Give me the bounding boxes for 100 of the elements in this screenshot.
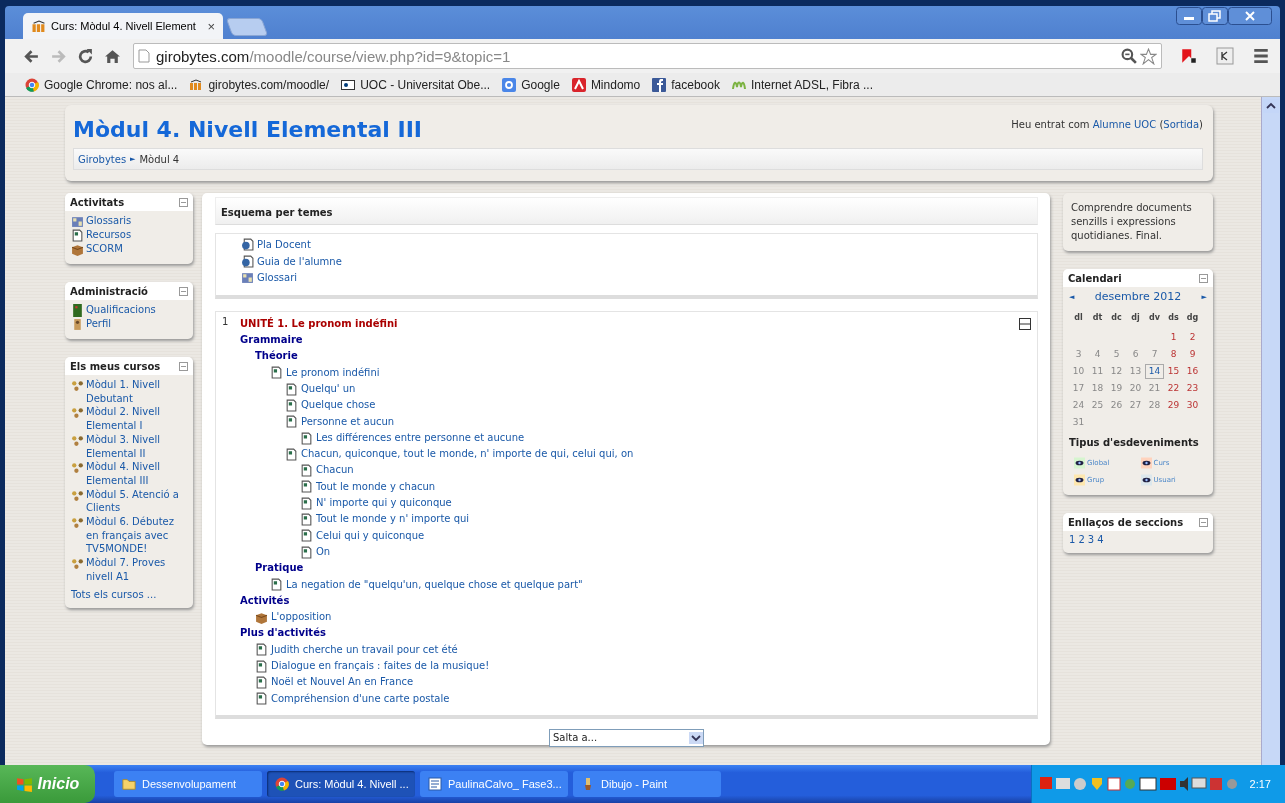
breadcrumb-link[interactable]: Girobytes [78, 153, 127, 165]
back-icon[interactable] [23, 47, 40, 65]
resource-link[interactable]: Noël et Nouvel An en France [271, 674, 414, 691]
resource-link[interactable]: Personne et aucun [301, 413, 395, 430]
resource-link[interactable]: Guia de l'alumne [257, 254, 342, 269]
close-window-icon[interactable] [1228, 7, 1272, 25]
zoom-icon[interactable] [1121, 47, 1138, 65]
calendar-day[interactable]: 17 [1069, 381, 1088, 396]
bookmark[interactable]: Internet ADSL, Fibra ... [731, 77, 873, 92]
calendar-day[interactable]: 8 [1164, 347, 1183, 362]
sidebar-link[interactable]: Mòdul 3. Nivell Elemental II [86, 432, 187, 461]
resource-link[interactable]: Quelqu' un [301, 380, 356, 398]
resource-link[interactable]: Tout le monde y chacun [316, 478, 436, 496]
close-tab-icon[interactable]: × [207, 18, 215, 34]
calendar-day[interactable]: 12 [1107, 364, 1126, 379]
taskbar-button[interactable]: Curs: Mòdul 4. Nivell ... [267, 771, 415, 797]
section-link[interactable]: 4 [1097, 534, 1104, 545]
calendar-day[interactable]: 24 [1069, 398, 1088, 413]
resource-link[interactable]: Compréhension d'une carte postale [271, 690, 450, 707]
calendar-day[interactable]: 15 [1164, 364, 1183, 379]
resource-link[interactable]: La negation de "quelqu'un, quelque chose et quelque part" [286, 576, 583, 593]
bookmark[interactable]: girobytes.com/moodle/ [189, 77, 330, 92]
calendar-day[interactable]: 30 [1183, 398, 1202, 413]
calendar-day[interactable]: 25 [1088, 398, 1107, 413]
resource-link[interactable]: Quelque chose [301, 397, 376, 414]
resource-link[interactable]: Judith cherche un travail pour cet été [271, 641, 458, 658]
scrollbar[interactable] [1261, 97, 1280, 765]
taskbar-button[interactable]: Dibujo - Paint [573, 771, 721, 797]
calendar-day[interactable]: 28 [1145, 398, 1164, 413]
calendar-day[interactable]: 18 [1088, 381, 1107, 396]
restore-icon[interactable] [1202, 7, 1228, 25]
resource-link[interactable]: Chacun [316, 462, 354, 479]
calendar-day[interactable]: 20 [1126, 381, 1145, 396]
menu-icon[interactable] [1252, 47, 1270, 65]
sidebar-link[interactable]: SCORM [86, 242, 123, 256]
resource-link[interactable]: On [316, 543, 331, 561]
resource-link[interactable]: Pla Docent [257, 238, 311, 252]
resource-link[interactable]: Tout le monde y n' importe qui [316, 511, 470, 528]
extension-icon[interactable] [1180, 47, 1198, 65]
jump-to-select[interactable]: Salta a... [549, 728, 704, 747]
calendar-day[interactable]: 22 [1164, 381, 1183, 396]
resource-link[interactable]: L'opposition [271, 609, 332, 626]
resource-link[interactable]: N' importe qui y quiconque [316, 495, 452, 512]
calendar-day[interactable]: 5 [1107, 347, 1126, 362]
sidebar-link[interactable]: Mòdul 4. Nivell Elemental III [86, 460, 187, 488]
reload-icon[interactable] [77, 47, 94, 65]
extension-icon[interactable] [1216, 47, 1234, 65]
calendar-day[interactable]: 11 [1088, 364, 1107, 379]
system-tray-icons-drawing[interactable] [1039, 776, 1240, 792]
bookmark[interactable]: facebook [652, 77, 720, 92]
calendar-day[interactable]: 6 [1126, 347, 1145, 362]
home-icon[interactable] [104, 47, 121, 65]
sidebar-link[interactable]: Mòdul 2. Nivell Elemental I [86, 405, 187, 433]
eye-icon[interactable] [1140, 473, 1152, 487]
calendar-day[interactable]: 14 [1145, 364, 1164, 379]
resource-link[interactable]: Les différences entre personne et aucune [316, 429, 525, 447]
sidebar-link[interactable]: Mòdul 5. Atenció a Clients [86, 487, 187, 516]
collapse-icon[interactable] [1019, 317, 1031, 330]
calendar-day[interactable]: 27 [1126, 398, 1145, 413]
calendar-day[interactable]: 7 [1145, 347, 1164, 362]
calendar-day[interactable]: 29 [1164, 398, 1183, 413]
taskbar-button[interactable]: Dessenvolupament [114, 771, 262, 797]
calendar-day[interactable]: 9 [1183, 347, 1202, 362]
resource-link[interactable]: Celui qui y quiconque [316, 527, 425, 544]
calendar-day[interactable]: 21 [1145, 381, 1164, 396]
all-courses-link[interactable]: Tots els cursos ... [71, 588, 187, 600]
resource-link[interactable]: Chacun, quiconque, tout le monde, n' importe de qui, celui qui, on [301, 446, 634, 463]
calendar-day[interactable]: 2 [1183, 330, 1202, 345]
calendar-day[interactable]: 1 [1164, 330, 1183, 345]
sidebar-link[interactable]: Mòdul 6. Débutez en français avec TV5MONDE! [86, 515, 187, 557]
calendar-day[interactable]: 3 [1069, 347, 1088, 362]
browser-tab[interactable]: Curs: Mòdul 4. Nivell Element × [23, 13, 223, 39]
bookmark[interactable]: Google Chrome: nos al... [25, 77, 178, 92]
eye-icon[interactable] [1140, 456, 1152, 470]
bookmark[interactable]: Google [502, 77, 560, 92]
calendar-day[interactable]: 19 [1107, 381, 1126, 396]
calendar-day[interactable]: 10 [1069, 364, 1088, 379]
resource-link[interactable]: Dialogue en français : faites de la musique! [271, 658, 490, 675]
sidebar-link[interactable]: Recursos [86, 228, 132, 242]
sidebar-link[interactable]: Mòdul 1. Nivell Debutant [86, 378, 187, 406]
calendar-day[interactable]: 26 [1107, 398, 1126, 413]
month-link[interactable]: desembre 2012 [1094, 290, 1182, 303]
eye-icon[interactable] [1074, 473, 1085, 487]
calendar-day[interactable]: 4 [1088, 347, 1107, 362]
eye-icon[interactable] [1074, 456, 1085, 470]
calendar-day[interactable]: 16 [1183, 364, 1202, 379]
star-icon[interactable] [1140, 47, 1157, 65]
minimize-icon[interactable] [1176, 7, 1202, 25]
bookmark[interactable]: Mindomo [571, 77, 641, 92]
user-link[interactable]: Alumne UOC [1092, 119, 1157, 130]
calendar-day[interactable]: 13 [1126, 364, 1145, 379]
address-bar[interactable]: girobytes.com/moodle/course/view.php?id=9&topic=1 [133, 43, 1162, 69]
taskbar-button[interactable]: PaulinaCalvo_ Fase3... [420, 771, 568, 797]
sidebar-link[interactable]: Glossaris [86, 214, 132, 228]
sidebar-link[interactable]: Mòdul 7. Proves nivell A1 [86, 556, 187, 584]
calendar-day[interactable]: 23 [1183, 381, 1202, 396]
section-link[interactable]: 2 [1078, 534, 1085, 545]
bookmark[interactable]: UOC - Universitat Obe... [341, 77, 491, 92]
section-link[interactable]: 3 [1087, 534, 1095, 545]
calendar-day[interactable]: 31 [1069, 415, 1088, 430]
